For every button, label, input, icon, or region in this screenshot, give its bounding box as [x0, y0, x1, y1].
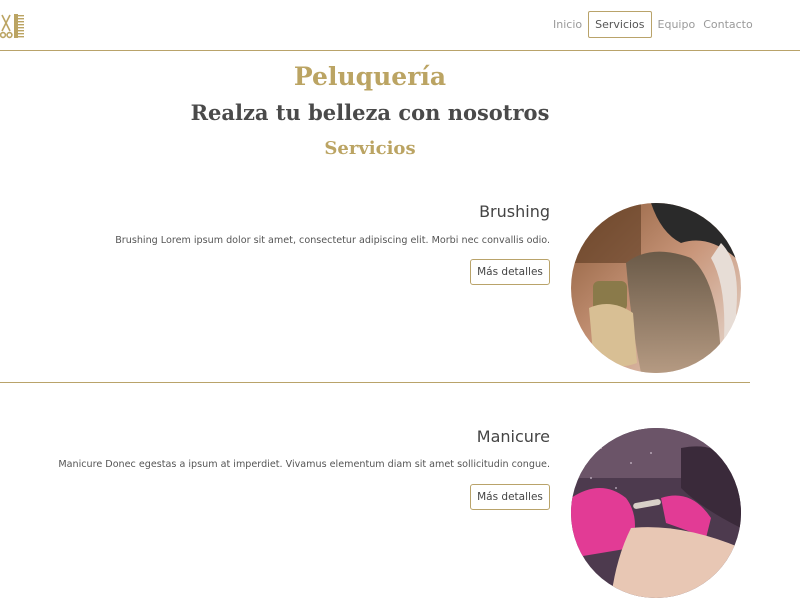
details-button[interactable]: Más detalles [470, 484, 550, 510]
nav-item-contacto[interactable]: Contacto [699, 11, 757, 38]
service-description: Manicure Donec egestas a ipsum at imperd… [58, 459, 550, 470]
service-photo [571, 203, 741, 373]
nav-item-inicio[interactable]: Inicio [549, 11, 586, 38]
nav-item-equipo[interactable]: Equipo [654, 11, 700, 38]
divider [0, 382, 750, 383]
scissors-comb-icon[interactable] [0, 12, 26, 40]
service-name: Manicure [476, 427, 550, 446]
navbar: Inicio Servicios Equipo Contacto [0, 0, 800, 51]
page-title: Peluquería [293, 62, 447, 91]
service-photo [571, 428, 741, 598]
service-card: Brushing Brushing Lorem ipsum dolor sit … [0, 200, 800, 380]
service-card: Manicure Manicure Donec egestas a ipsum … [0, 424, 800, 598]
service-name: Brushing [479, 202, 550, 221]
section-title: Servicios [324, 138, 416, 159]
service-description: Brushing Lorem ipsum dolor sit amet, con… [115, 235, 550, 246]
details-button[interactable]: Más detalles [470, 259, 550, 285]
page-subtitle: Realza tu belleza con nosotros [190, 100, 550, 125]
nav-item-servicios[interactable]: Servicios [588, 11, 652, 38]
nav-menu: Inicio Servicios Equipo Contacto [549, 11, 757, 38]
